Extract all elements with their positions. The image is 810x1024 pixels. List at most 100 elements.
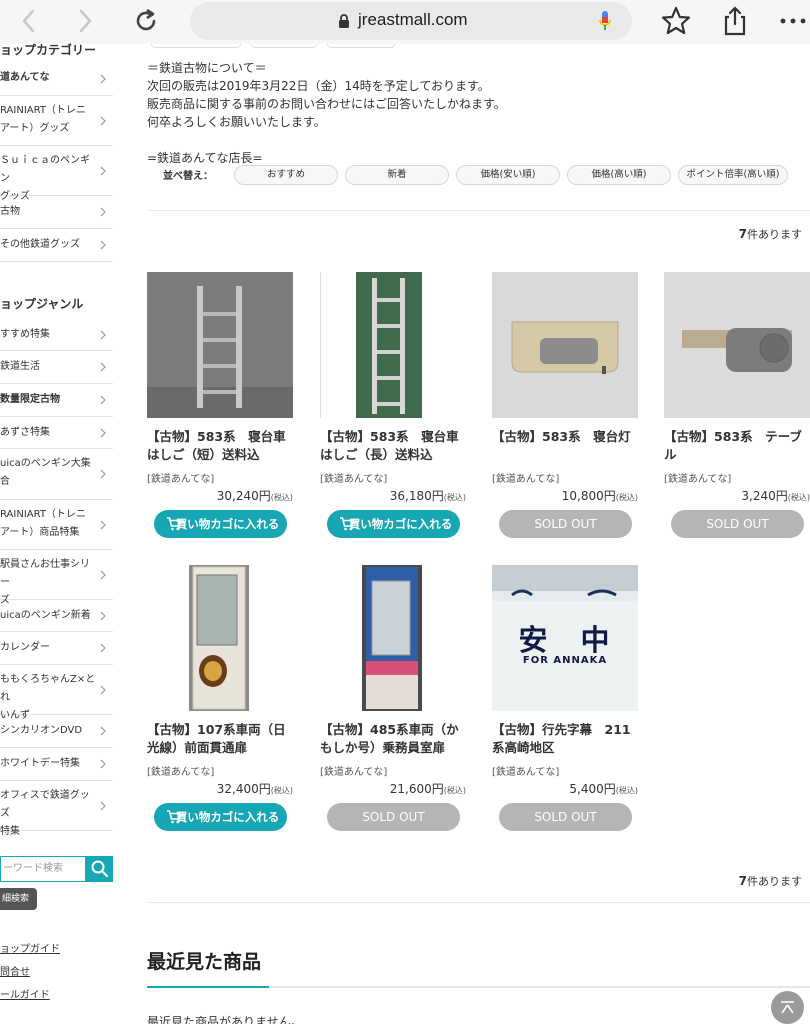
tax-label: (税込) bbox=[270, 493, 293, 502]
product-title[interactable]: 【古物】583系 寝台車はしご（長）送料込 bbox=[320, 428, 470, 464]
result-count-number: 7 bbox=[738, 227, 747, 241]
sidebar-item-label: uicaのペンギン新着 bbox=[0, 610, 91, 621]
advanced-search-button[interactable]: 細検索 bbox=[0, 888, 37, 910]
sidebar-item-suica[interactable]: Ｓｕｉｃａのペンギン グッズ bbox=[0, 146, 113, 202]
table-image bbox=[664, 272, 810, 418]
add-to-cart-button[interactable]: 買い物カゴに入れる bbox=[154, 510, 287, 538]
divider bbox=[147, 902, 810, 903]
cart-icon bbox=[340, 517, 355, 531]
tab-stub[interactable] bbox=[151, 44, 241, 48]
add-to-cart-button[interactable]: 買い物カゴに入れる bbox=[154, 803, 287, 831]
shop-guide-link[interactable]: ョップガイド bbox=[0, 940, 60, 955]
sidebar-item-genre[interactable]: 鉄道生活 bbox=[0, 351, 113, 384]
product-title[interactable]: 【古物】583系 寝台車はしご（短）送料込 bbox=[147, 428, 297, 464]
sidebar-item-genre[interactable]: RAINIART（トレニ アート）商品特集 bbox=[0, 500, 113, 550]
sidebar-item-genre[interactable]: 数量限定古物 bbox=[0, 384, 113, 417]
chevron-right-icon bbox=[100, 520, 106, 529]
product-image[interactable] bbox=[147, 565, 293, 711]
scroll-to-top-button[interactable] bbox=[771, 991, 804, 1024]
microphone-icon[interactable] bbox=[598, 10, 612, 32]
url-text: jreastmall.com bbox=[358, 10, 468, 29]
sidebar-item-genre[interactable]: シンカリオンDVD bbox=[0, 715, 113, 748]
product-title[interactable]: 【古物】行先字幕 211系高崎地区 bbox=[492, 721, 642, 757]
contact-link[interactable]: 問合せ bbox=[0, 963, 30, 978]
door-image bbox=[147, 565, 293, 711]
sidebar-item-genre[interactable]: あずさ特集 bbox=[0, 417, 113, 449]
more-icon[interactable] bbox=[776, 4, 810, 38]
product-title[interactable]: 【古物】485系車両（かもしか号）乗務員室扉 bbox=[320, 721, 470, 757]
browser-toolbar: jreastmall.com bbox=[0, 0, 810, 44]
sort-recommended-button[interactable]: おすすめ bbox=[234, 165, 338, 185]
sidebar-item-other[interactable]: その他鉄道グッズ bbox=[0, 229, 113, 262]
price-value: 32,400円 bbox=[216, 782, 271, 796]
product-image[interactable] bbox=[320, 565, 466, 711]
star-icon[interactable] bbox=[659, 4, 693, 38]
sidebar-item-antenna[interactable]: 道あんてな bbox=[0, 63, 113, 96]
sidebar-item-label: RAINIART（トレニ アート）グッズ bbox=[0, 105, 86, 134]
product-shop: [鉄道あんてな] bbox=[492, 474, 560, 485]
sidebar-item-label: RAINIART（トレニ アート）商品特集 bbox=[0, 509, 86, 538]
price-value: 21,600円 bbox=[389, 782, 444, 796]
recent-title-underline bbox=[147, 986, 810, 988]
reload-icon[interactable] bbox=[131, 6, 161, 36]
sidebar-item-label: 数量限定古物 bbox=[0, 394, 60, 405]
product-price: 36,180円(税込) bbox=[390, 487, 466, 504]
sidebar-item-genre[interactable]: カレンダー bbox=[0, 632, 113, 665]
cart-icon bbox=[167, 810, 182, 824]
chevron-right-icon bbox=[100, 469, 106, 479]
sidebar-item-genre[interactable]: オフィスで鉄道グッズ 特集 bbox=[0, 781, 113, 837]
product-title[interactable]: 【古物】107系車両（日光線）前面貫通扉 bbox=[147, 721, 297, 757]
product-image[interactable] bbox=[147, 272, 293, 418]
chevron-right-icon bbox=[100, 759, 106, 769]
sold-out-button: SOLD OUT bbox=[671, 510, 804, 538]
ladder-image bbox=[147, 272, 293, 418]
price-value: 10,800円 bbox=[561, 489, 616, 503]
product-image[interactable] bbox=[320, 272, 466, 418]
sort-points-button[interactable]: ポイント倍率(高い順) bbox=[678, 165, 788, 185]
tax-label: (税込) bbox=[787, 493, 810, 502]
tax-label: (税込) bbox=[443, 493, 466, 502]
sidebar-item-genre[interactable]: 駅員さんお仕事シリー ズ bbox=[0, 550, 113, 606]
chevron-left-icon[interactable] bbox=[14, 6, 44, 36]
mail-guide-link[interactable]: ールガイド bbox=[0, 986, 50, 1001]
sold-out-button: SOLD OUT bbox=[499, 803, 632, 831]
price-value: 30,240円 bbox=[216, 489, 271, 503]
share-icon[interactable] bbox=[718, 4, 752, 38]
sidebar-item-label: ホワイトデー特集 bbox=[0, 758, 80, 769]
keyword-search-input[interactable]: ーワード検索 bbox=[0, 856, 86, 882]
sidebar-item-genre[interactable]: ホワイトデー特集 bbox=[0, 748, 113, 781]
chevron-right-icon[interactable] bbox=[70, 6, 100, 36]
product-image[interactable]: 安 中 FOR ANNAKA bbox=[492, 565, 638, 711]
sidebar-item-genre[interactable]: uicaのペンギン大集 合 bbox=[0, 449, 113, 500]
sort-newest-button[interactable]: 新着 bbox=[345, 165, 449, 185]
chevron-right-icon bbox=[100, 240, 106, 250]
product-image[interactable] bbox=[492, 272, 638, 418]
sidebar-item-trainiart[interactable]: RAINIART（トレニ アート）グッズ bbox=[0, 96, 113, 146]
chevron-right-icon bbox=[100, 395, 106, 405]
sold-out-button: SOLD OUT bbox=[499, 510, 632, 538]
product-image[interactable] bbox=[664, 272, 810, 418]
product-title[interactable]: 【古物】583系 テーブル bbox=[664, 428, 810, 464]
result-count-number: 7 bbox=[738, 874, 747, 888]
cart-label: 買い物カゴに入れる bbox=[348, 517, 453, 531]
product-shop: [鉄道あんてな] bbox=[664, 474, 732, 485]
sort-price-desc-button[interactable]: 価格(高い順) bbox=[567, 165, 671, 185]
sidebar-item-antiques[interactable]: 古物 bbox=[0, 196, 113, 229]
sidebar-item-genre[interactable]: ももくろちゃんZ×とれ いんず bbox=[0, 665, 113, 721]
chevron-right-icon bbox=[100, 570, 106, 579]
sidebar-item-genre[interactable]: uicaのペンギン新着 bbox=[0, 600, 113, 632]
tab-stub[interactable] bbox=[327, 44, 395, 48]
product-shop: [鉄道あんてな] bbox=[320, 474, 388, 485]
product-price: 21,600円(税込) bbox=[390, 780, 466, 797]
price-value: 3,240円 bbox=[741, 489, 788, 503]
search-button[interactable] bbox=[86, 856, 113, 882]
address-bar[interactable]: jreastmall.com bbox=[190, 2, 632, 40]
sidebar-item-genre[interactable]: すすめ特集 bbox=[0, 319, 113, 351]
sort-price-asc-button[interactable]: 価格(安い順) bbox=[456, 165, 560, 185]
chevron-right-icon bbox=[100, 330, 106, 339]
add-to-cart-button[interactable]: 買い物カゴに入れる bbox=[327, 510, 460, 538]
tab-stub[interactable] bbox=[251, 44, 317, 48]
divider bbox=[147, 210, 810, 211]
cart-label: 買い物カゴに入れる bbox=[175, 517, 280, 531]
product-title[interactable]: 【古物】583系 寝台灯 bbox=[492, 428, 642, 446]
